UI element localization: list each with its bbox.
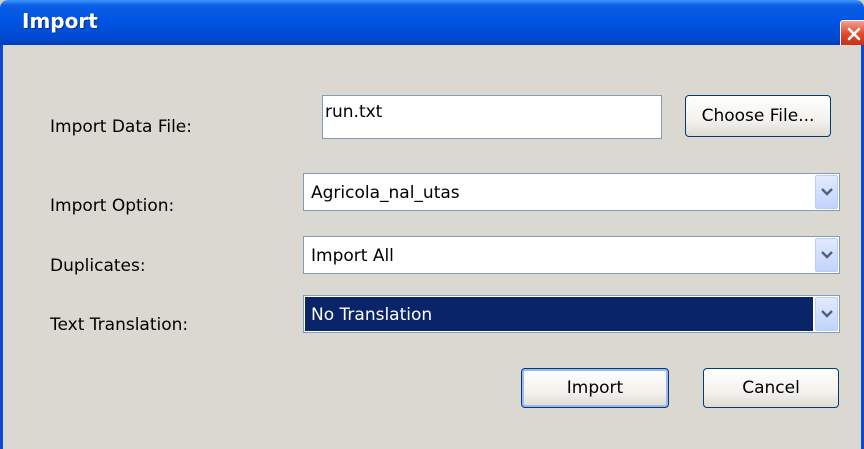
import-option-select[interactable]: Agricola_nal_utas xyxy=(303,173,840,211)
close-button[interactable] xyxy=(840,20,864,48)
cancel-button[interactable]: Cancel xyxy=(703,368,839,408)
import-data-file-label: Import Data File: xyxy=(50,117,192,137)
choose-file-button[interactable]: Choose File... xyxy=(685,95,831,137)
text-translation-dropdown-button[interactable] xyxy=(815,297,838,331)
window-title: Import xyxy=(22,9,98,33)
import-dialog: Import Import Data File: run.txt Choose … xyxy=(0,0,864,449)
import-option-label: Import Option: xyxy=(50,196,175,216)
text-translation-select[interactable]: No Translation xyxy=(303,295,840,333)
text-translation-value: No Translation xyxy=(305,297,813,331)
title-bar[interactable]: Import xyxy=(0,0,864,48)
import-data-file-input[interactable]: run.txt xyxy=(322,95,662,139)
duplicates-value: Import All xyxy=(311,246,394,266)
import-button[interactable]: Import xyxy=(521,368,669,408)
text-translation-label: Text Translation: xyxy=(50,315,189,335)
dialog-body: Import Data File: run.txt Choose File...… xyxy=(0,45,864,449)
import-option-dropdown-button[interactable] xyxy=(815,175,838,209)
duplicates-select[interactable]: Import All xyxy=(303,236,840,274)
duplicates-label: Duplicates: xyxy=(50,256,146,276)
import-option-value: Agricola_nal_utas xyxy=(311,183,460,203)
duplicates-dropdown-button[interactable] xyxy=(815,238,838,272)
